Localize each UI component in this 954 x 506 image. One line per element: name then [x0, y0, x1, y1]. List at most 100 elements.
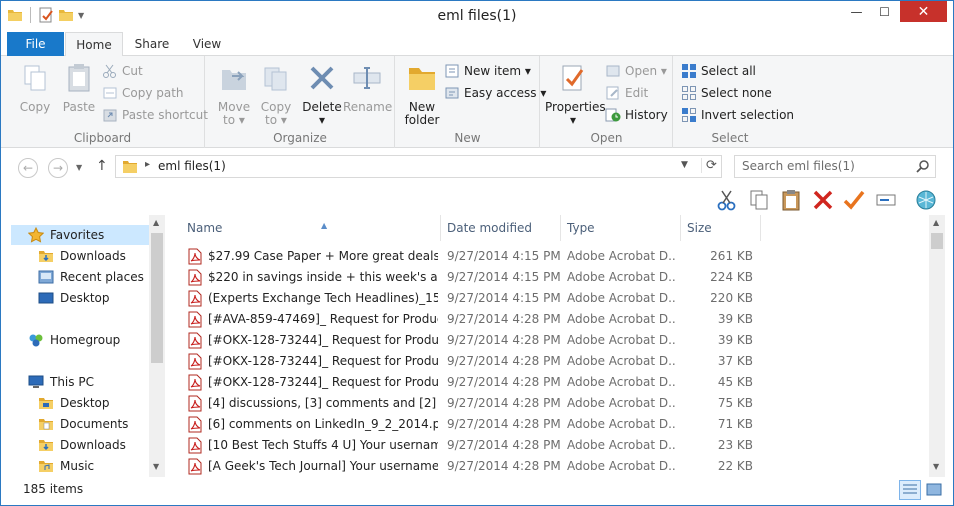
file-type: Adobe Acrobat D... [567, 417, 675, 431]
scroll-up-icon[interactable]: ▲ [933, 218, 939, 227]
paste-shortcut-button[interactable]: Paste shortcut [102, 105, 208, 125]
file-name[interactable]: (Experts Exchange Tech Headlines)_15_11.… [208, 291, 438, 305]
open-group-label: Open [590, 131, 623, 145]
table-row[interactable]: $220 in savings inside + this week's ad!… [165, 267, 929, 288]
tab-file[interactable]: File [7, 32, 64, 56]
nav-pane-scrollbar[interactable]: ▲ ▼ [149, 215, 165, 477]
table-row[interactable]: [10 Best Tech Stuffs 4 U] Your username … [165, 435, 929, 456]
title-bar: ▼ eml files(1) — ☐ ✕ [1, 1, 953, 32]
file-name[interactable]: [4] discussions, [3] comments and [2] jo… [208, 396, 438, 410]
file-date-modified: 9/27/2014 4:28 PM [447, 354, 561, 368]
properties-button[interactable]: Properties ▾ [545, 62, 606, 127]
table-row[interactable]: (Experts Exchange Tech Headlines)_15_11.… [165, 288, 929, 309]
scroll-down-icon[interactable]: ▼ [933, 462, 939, 471]
forward-button[interactable]: → [48, 158, 68, 178]
large-icons-view-button[interactable] [923, 480, 945, 500]
nav-item-downloads-pc[interactable]: Downloads [38, 437, 126, 453]
scissors-icon[interactable] [716, 189, 738, 211]
nav-item-favorites[interactable]: Favorites [11, 225, 149, 245]
chevron-down-icon[interactable]: ▼ [681, 160, 688, 170]
new-folder-button[interactable]: New folder [400, 62, 444, 127]
file-name[interactable]: [A Geek's Tech Journal] Your username a.… [208, 459, 438, 473]
file-name[interactable]: [#OKX-128-73244]_ Request for Product ..… [208, 333, 438, 347]
column-header-date[interactable]: Date modified [441, 215, 561, 241]
back-button[interactable]: ← [18, 158, 38, 178]
file-name[interactable]: [#OKX-128-73244]_ Request for Product ..… [208, 375, 438, 389]
paste-icon[interactable] [780, 189, 802, 211]
table-row[interactable]: [6] comments on LinkedIn_9_2_2014.pdf 9/2… [165, 414, 929, 435]
file-list-scrollbar[interactable]: ▲ ▼ [929, 215, 945, 477]
edit-button[interactable]: Edit [605, 83, 648, 103]
tab-view[interactable]: View [181, 32, 233, 56]
table-row[interactable]: [#OKX-128-73244]_ Request for Product ..… [165, 351, 929, 372]
nav-item-this-pc[interactable]: This PC [28, 374, 94, 390]
nav-item-music[interactable]: Music [38, 458, 94, 474]
invert-selection-button[interactable]: Invert selection [681, 105, 794, 125]
select-none-icon [682, 86, 696, 100]
tab-home[interactable]: Home [65, 32, 123, 57]
nav-item-recent-places[interactable]: Recent places [38, 269, 144, 285]
delete-button[interactable]: Delete ▾ [300, 62, 344, 127]
copy-button[interactable]: Copy [15, 62, 55, 114]
close-button[interactable]: ✕ [900, 1, 947, 22]
history-button[interactable]: History [605, 105, 668, 125]
nav-item-desktop-pc[interactable]: Desktop [38, 395, 110, 411]
file-name[interactable]: $27.99 Case Paper + More great deals to … [208, 249, 438, 263]
copy-path-button[interactable]: Copy path [102, 83, 184, 103]
file-name[interactable]: $220 in savings inside + this week's ad!… [208, 270, 438, 284]
file-date-modified: 9/27/2014 4:28 PM [447, 312, 561, 326]
paste-button[interactable]: Paste [59, 62, 99, 114]
table-row[interactable]: [4] discussions, [3] comments and [2] jo… [165, 393, 929, 414]
file-name[interactable]: [#AVA-859-47469]_ Request for Product ..… [208, 312, 438, 326]
minimize-button[interactable]: — [843, 1, 870, 22]
details-view-button[interactable] [899, 480, 921, 500]
scrollbar-thumb[interactable] [151, 233, 163, 363]
pdf-file-icon [188, 374, 202, 391]
open-button[interactable]: Open ▾ [605, 61, 667, 81]
recent-locations-icon[interactable]: ▼ [76, 163, 82, 172]
table-row[interactable]: [#OKX-128-73244]_ Request for Product ..… [165, 372, 929, 393]
nav-item-documents[interactable]: Documents [38, 416, 128, 432]
table-row[interactable]: [#OKX-128-73244]_ Request for Product ..… [165, 330, 929, 351]
new-item-button[interactable]: New item ▾ [444, 61, 531, 81]
scroll-up-icon[interactable]: ▲ [153, 218, 159, 227]
table-row[interactable]: $27.99 Case Paper + More great deals to … [165, 246, 929, 267]
up-button[interactable]: ↑ [96, 158, 108, 174]
nav-item-homegroup[interactable]: Homegroup [28, 332, 120, 348]
file-name[interactable]: [10 Best Tech Stuffs 4 U] Your username … [208, 438, 438, 452]
rename-button[interactable]: Rename [343, 62, 392, 114]
cut-button[interactable]: Cut [102, 61, 143, 81]
column-header-name[interactable]: ▲ Name [181, 215, 441, 241]
checkmark-icon[interactable] [843, 189, 865, 211]
table-row[interactable]: [#AVA-859-47469]_ Request for Product ..… [165, 309, 929, 330]
chevron-right-icon[interactable]: ▸ [145, 159, 150, 170]
scroll-down-icon[interactable]: ▼ [153, 462, 159, 471]
search-input[interactable]: Search eml files(1) [734, 155, 936, 178]
rename-icon[interactable] [875, 189, 897, 211]
table-row[interactable]: [A Geek's Tech Journal] Your username a.… [165, 456, 929, 477]
scrollbar-thumb[interactable] [931, 233, 943, 249]
move-to-button[interactable]: Move to ▾ [212, 62, 256, 127]
select-all-button[interactable]: Select all [681, 61, 756, 81]
file-name[interactable]: [#OKX-128-73244]_ Request for Product ..… [208, 354, 438, 368]
address-path[interactable]: eml files(1) [158, 159, 226, 173]
copy-icon[interactable] [748, 189, 770, 211]
shell-icon[interactable] [915, 189, 937, 211]
address-bar[interactable]: ▸ eml files(1) ▼ ⟳ [115, 155, 722, 178]
file-size: 71 KB [717, 417, 753, 431]
select-all-icon [682, 64, 696, 78]
tab-share[interactable]: Share [125, 32, 179, 56]
file-name[interactable]: [6] comments on LinkedIn_9_2_2014.pdf [208, 417, 438, 431]
search-icon[interactable] [916, 159, 930, 173]
column-header-type[interactable]: Type [561, 215, 681, 241]
maximize-button[interactable]: ☐ [871, 1, 898, 22]
column-header-size[interactable]: Size [681, 215, 761, 241]
refresh-icon[interactable]: ⟳ [701, 158, 717, 173]
nav-item-downloads[interactable]: Downloads [38, 248, 126, 264]
nav-item-desktop[interactable]: Desktop [38, 290, 110, 306]
easy-access-button[interactable]: Easy access ▾ [444, 83, 546, 103]
select-none-button[interactable]: Select none [681, 83, 772, 103]
file-type: Adobe Acrobat D... [567, 438, 675, 452]
copy-to-button[interactable]: Copy to ▾ [254, 62, 298, 127]
delete-icon[interactable] [812, 189, 834, 211]
